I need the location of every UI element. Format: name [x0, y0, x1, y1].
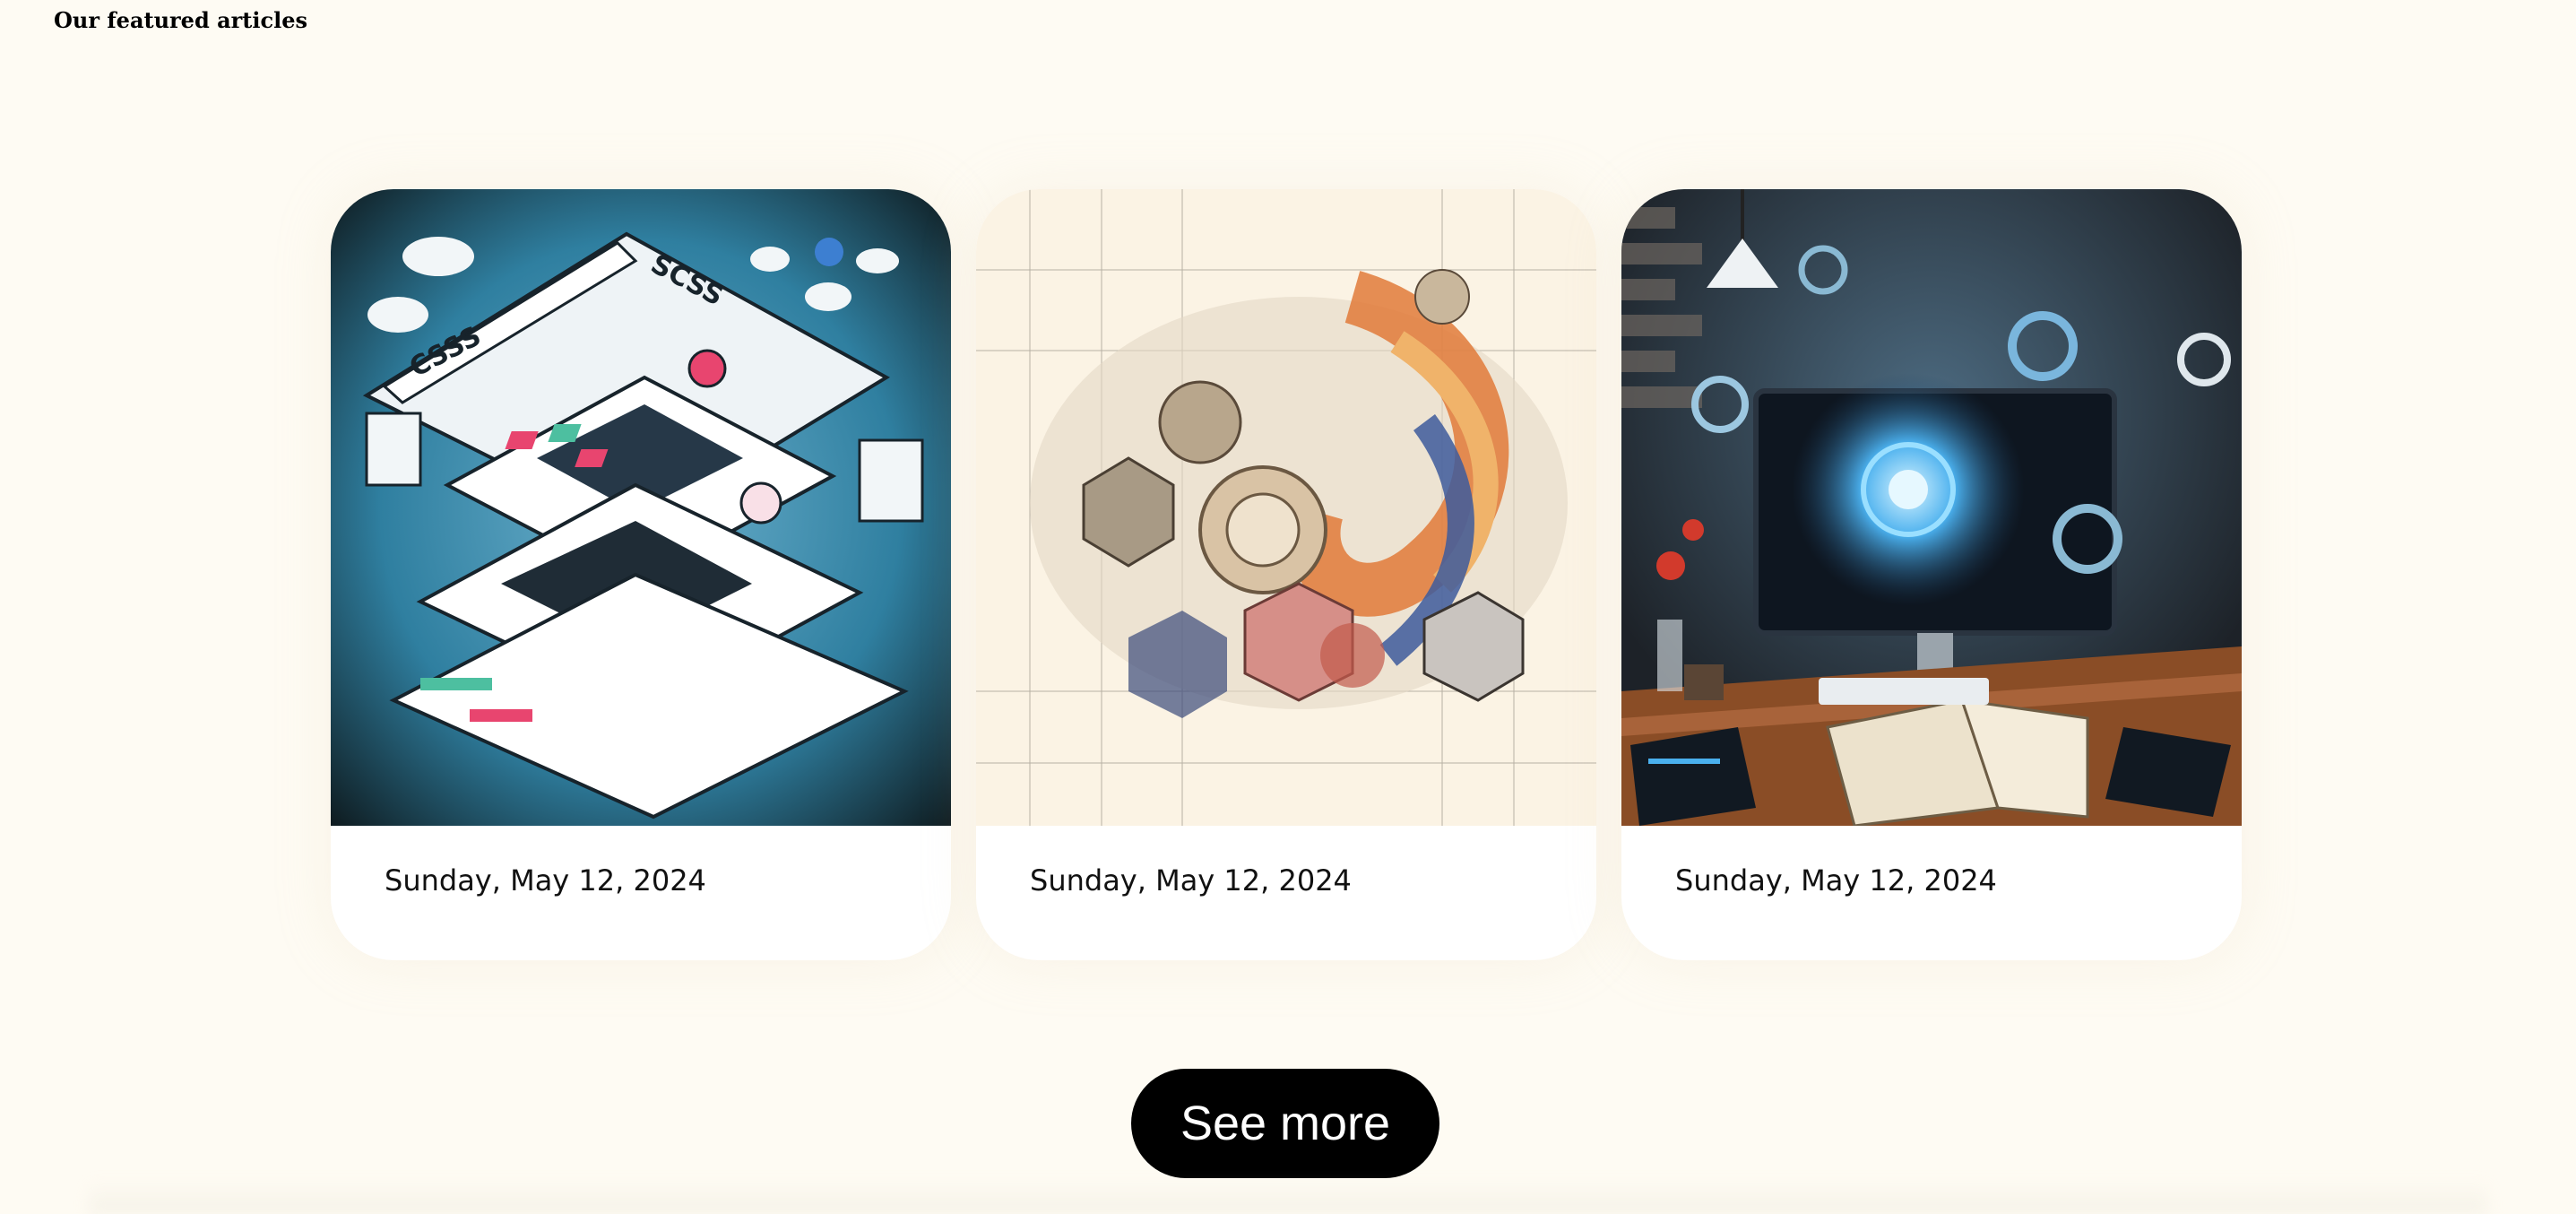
see-more-button[interactable]: See more	[1131, 1069, 1439, 1178]
article-date: Sunday, May 12, 2024	[1030, 863, 1352, 897]
abstract-swirl-illustration-icon	[976, 189, 1596, 826]
article-card[interactable]: Sunday, May 12, 2024	[976, 189, 1596, 960]
article-card[interactable]: CSSS SCSS Sunday, May 12, 2024	[331, 189, 951, 960]
article-image[interactable]	[976, 189, 1596, 826]
article-image[interactable]	[1621, 189, 2242, 826]
developer-workspace-illustration-icon	[1621, 189, 2242, 826]
css-scss-illustration-icon: CSSS SCSS	[331, 189, 951, 826]
featured-articles-list: CSSS SCSS Sunday, May 12, 2024 Sunday, M…	[331, 189, 2242, 960]
article-image[interactable]: CSSS SCSS	[331, 189, 951, 826]
bottom-divider	[90, 1182, 2486, 1214]
article-date: Sunday, May 12, 2024	[385, 863, 706, 897]
page-title: Our featured articles	[54, 7, 307, 33]
article-card[interactable]: Sunday, May 12, 2024	[1621, 189, 2242, 960]
article-date: Sunday, May 12, 2024	[1675, 863, 1997, 897]
